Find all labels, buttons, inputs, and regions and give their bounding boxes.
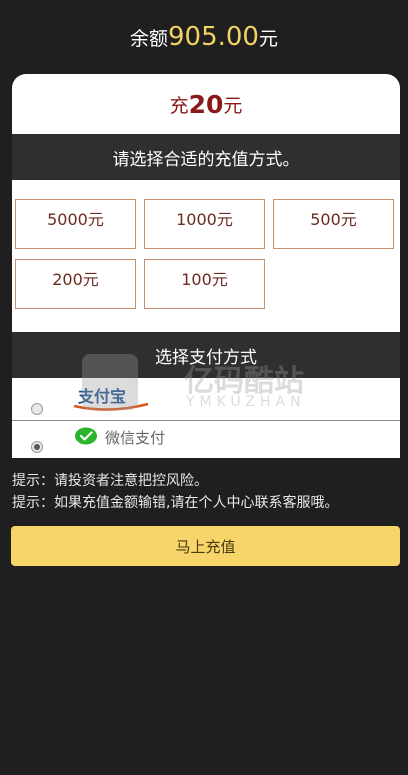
tip-risk: 提示：请投资者注意把控风险。 bbox=[12, 473, 208, 489]
balance-header: 余额 905.00 元 bbox=[0, 0, 408, 74]
amount-option-200[interactable]: 200元 bbox=[15, 259, 136, 309]
balance-amount: 905.00 bbox=[168, 22, 259, 52]
amount-option-500[interactable]: 500元 bbox=[273, 199, 394, 249]
charge-prefix: 充 bbox=[169, 94, 189, 117]
recharge-now-button[interactable]: 马上充值 bbox=[11, 526, 400, 566]
charge-suffix: 元 bbox=[223, 94, 243, 117]
wechat-icon bbox=[75, 427, 97, 445]
payment-option-wechat[interactable]: 微信支付 bbox=[12, 421, 400, 458]
amount-section-title: 请选择合适的充值方式。 bbox=[12, 134, 400, 180]
alipay-radio[interactable] bbox=[31, 403, 43, 415]
tips: 提示：请投资者注意把控风险。 提示：如果充值金额输错,请在个人中心联系客服哦。 bbox=[12, 470, 338, 514]
svg-text:支付宝: 支付宝 bbox=[77, 387, 126, 406]
charge-amount: 20 bbox=[188, 89, 224, 119]
balance-suffix: 元 bbox=[258, 27, 278, 50]
recharge-card: 充 20 元 请选择合适的充值方式。 5000元 1000元 500元 200元 1… bbox=[12, 74, 400, 458]
amount-option-100[interactable]: 100元 bbox=[144, 259, 265, 309]
balance-prefix: 余额 bbox=[129, 27, 168, 50]
wechat-radio[interactable] bbox=[31, 441, 43, 453]
amount-options: 5000元 1000元 500元 200元 100元 bbox=[12, 180, 400, 332]
amount-option-5000[interactable]: 5000元 bbox=[15, 199, 136, 249]
tip-contact: 提示：如果充值金额输错,请在个人中心联系客服哦。 bbox=[12, 495, 339, 511]
charge-amount-display: 充 20 元 bbox=[12, 74, 400, 134]
payment-section-title: 选择支付方式 bbox=[12, 332, 400, 378]
wechat-label: 微信支付 bbox=[105, 429, 166, 447]
payment-option-alipay[interactable]: 支付宝 bbox=[12, 378, 400, 421]
alipay-logo: 支付宝 bbox=[73, 387, 149, 411]
amount-option-1000[interactable]: 1000元 bbox=[144, 199, 265, 249]
